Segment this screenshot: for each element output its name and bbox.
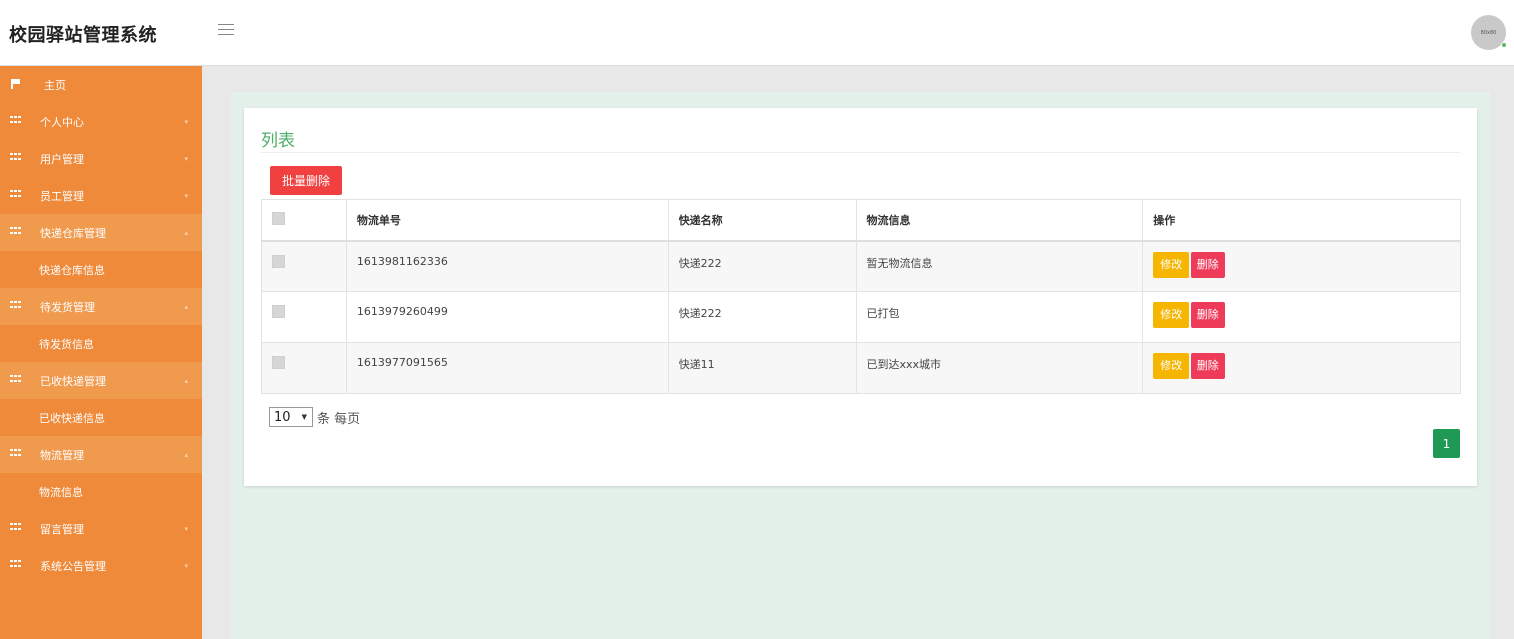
sidebar-item-label: 用户管理 [40, 152, 84, 166]
batch-delete-button[interactable]: 批量删除 [270, 166, 342, 195]
chevron-down-icon: ▾ [184, 154, 188, 163]
grid-icon [10, 190, 21, 199]
courier-name-cell: 快递11 [667, 342, 857, 394]
chevron-up-icon: ▴ [184, 302, 188, 311]
page-size-select[interactable]: 10 ▼ [269, 407, 313, 427]
tracking-number-cell: 1613981162336 [345, 240, 669, 292]
online-status-dot [1501, 42, 1507, 48]
sidebar-item-staff[interactable]: 员工管理 ▾ [0, 177, 202, 214]
column-header[interactable]: 物流单号 [345, 199, 669, 242]
sidebar-item-users[interactable]: 用户管理 ▾ [0, 140, 202, 177]
grid-icon [10, 116, 21, 125]
list-panel: 列表 批量删除 物流单号 快递名称 物流信息 操作 1613981162336 … [244, 108, 1477, 486]
row-checkbox[interactable] [272, 356, 285, 369]
grid-icon [10, 153, 21, 162]
page-button-current[interactable]: 1 [1433, 429, 1460, 458]
grid-icon [10, 301, 21, 310]
table-row: 1613977091565 快递11 已到达xxx城市 修改 删除 [261, 342, 1461, 394]
chevron-up-icon: ▴ [184, 450, 188, 459]
sidebar-item-received[interactable]: 已收快递管理 ▴ [0, 362, 202, 399]
chevron-down-icon: ▾ [184, 561, 188, 570]
actions-cell: 修改 删除 [1142, 342, 1461, 394]
sidebar-item-pending-shipment[interactable]: 待发货管理 ▴ [0, 288, 202, 325]
chevron-down-icon: ▾ [184, 524, 188, 533]
sidebar: 主页 个人中心 ▾ 用户管理 ▾ 员工管理 ▾ 快递仓库管理 ▴ 快递仓库信息 … [0, 66, 202, 639]
flag-icon [11, 79, 20, 89]
courier-name-cell: 快递222 [667, 291, 857, 343]
top-header: 校园驿站管理系统 80x80 [0, 0, 1514, 66]
table-header-row: 物流单号 快递名称 物流信息 操作 [261, 199, 1461, 242]
grid-icon [10, 523, 21, 532]
select-all-cell [261, 199, 347, 242]
sidebar-item-announcements[interactable]: 系统公告管理 ▾ [0, 547, 202, 584]
edit-button[interactable]: 修改 [1153, 302, 1190, 328]
delete-button[interactable]: 删除 [1190, 302, 1225, 328]
logistics-info-cell: 暂无物流信息 [855, 240, 1144, 292]
delete-button[interactable]: 删除 [1190, 353, 1225, 379]
edit-button[interactable]: 修改 [1153, 251, 1190, 278]
grid-icon [10, 227, 21, 236]
sidebar-item-label: 已收快递管理 [40, 374, 106, 388]
edit-button[interactable]: 修改 [1153, 353, 1190, 379]
menu-toggle-icon[interactable] [218, 24, 234, 38]
sidebar-item-messages[interactable]: 留言管理 ▾ [0, 510, 202, 547]
sidebar-item-logistics[interactable]: 物流管理 ▴ [0, 436, 202, 473]
sidebar-subitem-received-info[interactable]: 已收快递信息 [0, 399, 202, 436]
tracking-number-cell: 1613977091565 [345, 342, 669, 394]
sidebar-item-label: 留言管理 [40, 522, 84, 536]
chevron-up-icon: ▴ [184, 376, 188, 385]
sidebar-item-label: 快递仓库管理 [40, 226, 106, 240]
sidebar-item-label: 主页 [44, 78, 66, 92]
sidebar-subitem-logistics-info[interactable]: 物流信息 [0, 473, 202, 510]
sidebar-item-label: 待发货管理 [40, 300, 95, 314]
select-all-checkbox[interactable] [272, 211, 285, 225]
sidebar-item-profile[interactable]: 个人中心 ▾ [0, 103, 202, 140]
sidebar-item-label: 系统公告管理 [40, 559, 106, 573]
sidebar-subitem-warehouse-info[interactable]: 快递仓库信息 [0, 251, 202, 288]
sidebar-item-label: 物流管理 [40, 448, 84, 462]
column-header[interactable]: 快递名称 [667, 199, 857, 242]
table-row: 1613981162336 快递222 暂无物流信息 修改 删除 [261, 240, 1461, 292]
chevron-up-icon: ▴ [184, 228, 188, 237]
grid-icon [10, 375, 21, 384]
sidebar-item-warehouse[interactable]: 快递仓库管理 ▴ [0, 214, 202, 251]
tracking-number-cell: 1613979260499 [345, 291, 669, 343]
chevron-down-icon: ▾ [184, 191, 188, 200]
column-header[interactable]: 物流信息 [855, 199, 1144, 242]
sidebar-subitem-pending-info[interactable]: 待发货信息 [0, 325, 202, 362]
delete-button[interactable]: 删除 [1190, 251, 1225, 278]
row-checkbox[interactable] [272, 305, 285, 318]
grid-icon [10, 449, 21, 458]
divider [261, 152, 1460, 153]
actions-cell: 修改 删除 [1142, 291, 1461, 343]
page-size-unit: 条 每页 [317, 411, 361, 427]
chevron-down-icon: ▾ [184, 117, 188, 126]
app-title: 校园驿站管理系统 [9, 25, 157, 46]
logistics-info-cell: 已打包 [855, 291, 1144, 343]
grid-icon [10, 560, 21, 569]
actions-cell: 修改 删除 [1142, 240, 1461, 292]
sidebar-item-label: 员工管理 [40, 189, 84, 203]
logistics-info-cell: 已到达xxx城市 [855, 342, 1144, 394]
table-row: 1613979260499 快递222 已打包 修改 删除 [261, 291, 1461, 343]
logistics-table: 物流单号 快递名称 物流信息 操作 1613981162336 快递222 暂无… [261, 199, 1461, 394]
sidebar-item-label: 个人中心 [40, 115, 84, 129]
page-size-control: 10 ▼ 条 每页 [269, 407, 360, 427]
row-checkbox[interactable] [272, 254, 285, 268]
column-header: 操作 [1142, 199, 1461, 242]
panel-title: 列表 [261, 131, 295, 151]
avatar-text: 80x80 [1480, 29, 1497, 36]
courier-name-cell: 快递222 [667, 240, 857, 292]
page-size-value: 10 [274, 409, 291, 425]
caret-down-icon: ▼ [301, 413, 307, 421]
sidebar-item-home[interactable]: 主页 [0, 66, 202, 103]
